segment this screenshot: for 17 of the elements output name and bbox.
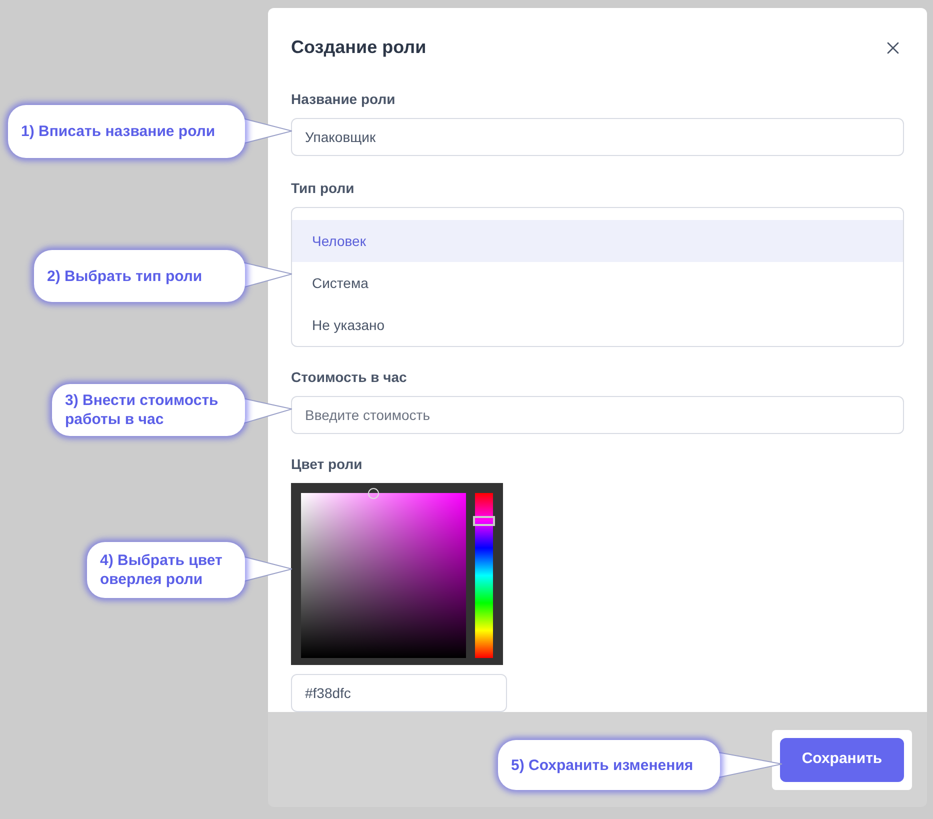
hue-slider[interactable] [475, 493, 493, 658]
role-type-option[interactable]: Человек [292, 220, 903, 262]
role-type-option[interactable]: Система [292, 262, 903, 304]
role-type-option[interactable]: Не указано [292, 304, 903, 346]
field-label: Тип роли [291, 179, 356, 198]
hex-field[interactable]: #f38dfc [291, 674, 507, 712]
dialog-title: Создание роли [291, 36, 426, 59]
callout: 4) Выбрать цвет оверлея роли [87, 542, 245, 598]
field-label: Название роли [291, 90, 396, 109]
cost-field[interactable]: Введите стоимость [291, 396, 904, 434]
hue-thumb[interactable] [473, 516, 495, 526]
role-name-field[interactable]: Упаковщик [291, 118, 904, 156]
field-label: Цвет роли [291, 455, 364, 474]
callout: 1) Вписать название роли [8, 105, 245, 158]
field-label: Стоимость в час [291, 368, 408, 387]
save-button[interactable]: Сохранить [780, 738, 904, 782]
color-cursor[interactable] [368, 488, 379, 499]
